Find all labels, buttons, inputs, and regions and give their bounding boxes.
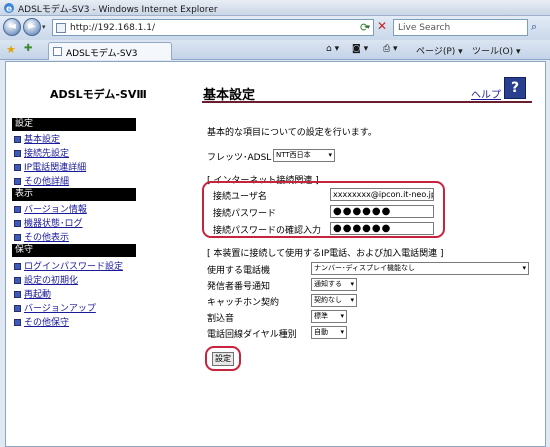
nav-item-other-details[interactable]: その他詳細: [14, 174, 69, 187]
search-placeholder: Live Search: [398, 23, 451, 33]
page-icon: [56, 23, 66, 33]
dropdown-arrow-icon: ▾: [522, 264, 526, 272]
flets-label: フレッツ･ADSL: [207, 153, 272, 163]
nav-bullet-icon: [14, 206, 21, 213]
dial-type-select[interactable]: 自動 ▾: [311, 326, 347, 339]
left-navigation: ADSLモデム-SVⅢ 設定 基本設定 接続先設定 IP電話関連詳細 その他詳細…: [6, 62, 191, 446]
main-content: 基本設定 ヘルプ ? 基本的な項目についての設定を行います。 フレッツ･ADSL…: [199, 62, 545, 446]
ip-phone-group-header: [ 本装置に接続して使用するIP電話、および加入電話関連 ]: [207, 249, 444, 259]
ring-tone-select[interactable]: 標準 ▾: [311, 310, 347, 323]
nav-item-login-password[interactable]: ログインパスワード設定: [14, 259, 123, 272]
print-icon[interactable]: ⎙ ▾: [383, 44, 398, 54]
search-input[interactable]: Live Search: [393, 19, 528, 36]
nav-item-other-display[interactable]: その他表示: [14, 230, 69, 243]
back-arrow-icon: ◄: [8, 21, 16, 32]
page-menu[interactable]: ページ(P) ▾: [416, 44, 463, 57]
history-dropdown-icon[interactable]: ▾: [42, 23, 46, 31]
forward-button[interactable]: ►: [23, 18, 41, 36]
forward-arrow-icon: ►: [28, 21, 36, 32]
nav-item-connection-settings[interactable]: 接続先設定: [14, 146, 69, 159]
nav-item-device-status-log[interactable]: 機器状態･ログ: [14, 216, 83, 229]
nav-bullet-icon: [14, 150, 21, 157]
nav-bullet-icon: [14, 305, 21, 312]
nav-section-display: 表示: [12, 188, 136, 201]
nav-section-settings: 設定: [12, 118, 136, 131]
refresh-icon[interactable]: ⟳: [360, 21, 369, 34]
address-toolbar: ◄ ► ▾ http://192.168.1.1/ ▾ ⟳ ✕ Live Sea…: [0, 16, 550, 40]
ring-tone-select-value: 標準: [314, 312, 328, 320]
highlight-oval-credentials: [202, 181, 445, 238]
tab-label: ADSLモデム-SV3: [66, 49, 138, 59]
page-viewport: ADSLモデム-SVⅢ 設定 基本設定 接続先設定 IP電話関連詳細 その他詳細…: [5, 61, 546, 447]
highlight-oval-submit: [205, 346, 241, 371]
dial-type-label: 電話回線ダイヤル種別: [207, 330, 297, 340]
feeds-icon[interactable]: ◙ ▾: [352, 44, 368, 54]
home-icon[interactable]: ⌂ ▾: [326, 44, 339, 54]
nav-item-ip-phone-details[interactable]: IP電話関連詳細: [14, 160, 86, 173]
help-link[interactable]: ヘルプ: [471, 86, 501, 101]
window-title: ADSLモデム-SV3 - Windows Internet Explorer: [18, 5, 218, 15]
nav-bullet-icon: [14, 234, 21, 241]
nav-bullet-icon: [14, 277, 21, 284]
catchphone-select-value: 契約なし: [314, 296, 342, 304]
nav-bullet-icon: [14, 178, 21, 185]
back-button[interactable]: ◄: [3, 18, 21, 36]
title-divider: [202, 101, 532, 103]
nav-bullet-icon: [14, 136, 21, 143]
window-titlebar: e ADSLモデム-SV3 - Windows Internet Explore…: [0, 0, 550, 16]
caller-id-select-value: 通知する: [314, 280, 342, 288]
phone-select[interactable]: ナンバー･ディスプレイ機能なし ▾: [311, 262, 529, 275]
dropdown-arrow-icon: ▾: [350, 280, 354, 288]
nav-item-version-up[interactable]: バージョンアップ: [14, 301, 96, 314]
help-question-icon[interactable]: ?: [504, 77, 526, 99]
nav-bullet-icon: [14, 220, 21, 227]
nav-bullet-icon: [14, 319, 21, 326]
dropdown-arrow-icon: ▾: [350, 296, 354, 304]
brand-title: ADSLモデム-SVⅢ: [50, 88, 147, 101]
ie-logo-icon: e: [4, 3, 14, 15]
dropdown-arrow-icon: ▾: [340, 328, 344, 336]
phone-select-value: ナンバー･ディスプレイ機能なし: [314, 264, 416, 272]
caller-id-label: 発信者番号通知: [207, 282, 271, 292]
url-text: http://192.168.1.1/: [70, 23, 155, 33]
stop-icon[interactable]: ✕: [377, 19, 387, 33]
dial-type-select-value: 自動: [314, 328, 328, 336]
caller-id-select[interactable]: 通知する ▾: [311, 278, 357, 291]
intro-text: 基本的な項目についての設定を行います。: [207, 128, 377, 138]
nav-section-maintenance: 保守: [12, 244, 136, 257]
nav-item-version-info[interactable]: バージョン情報: [14, 202, 87, 215]
tools-menu[interactable]: ツール(O) ▾: [472, 44, 521, 57]
catchphone-select[interactable]: 契約なし ▾: [311, 294, 357, 307]
dropdown-arrow-icon: ▾: [328, 151, 332, 159]
tab-toolbar: ★ ✚ ADSLモデム-SV3 ⌂ ▾ ◙ ▾ ⎙ ▾ ページ(P) ▾ ツール…: [0, 40, 550, 60]
nav-bullet-icon: [14, 164, 21, 171]
nav-bullet-icon: [14, 263, 21, 270]
flets-select-value: NTT西日本: [276, 151, 311, 159]
tab-current[interactable]: ADSLモデム-SV3: [48, 42, 172, 60]
nav-item-other-maintenance[interactable]: その他保守: [14, 315, 69, 328]
nav-item-reboot[interactable]: 再起動: [14, 287, 51, 300]
nav-item-factory-reset[interactable]: 設定の初期化: [14, 273, 78, 286]
tab-page-icon: [53, 47, 62, 56]
nav-item-basic-settings[interactable]: 基本設定: [14, 132, 60, 145]
svg-text:e: e: [6, 5, 12, 15]
search-icon[interactable]: ⌕: [531, 20, 537, 34]
add-favorites-icon[interactable]: ✚: [24, 43, 32, 54]
phone-label: 使用する電話機: [207, 266, 271, 276]
address-field[interactable]: http://192.168.1.1/ ▾: [52, 19, 374, 36]
catchphone-label: キャッチホン契約: [207, 298, 280, 308]
favorites-star-icon[interactable]: ★: [6, 43, 16, 56]
dropdown-arrow-icon: ▾: [340, 312, 344, 320]
ring-tone-label: 割込音: [207, 314, 235, 324]
flets-select[interactable]: NTT西日本 ▾: [273, 149, 335, 162]
nav-bullet-icon: [14, 291, 21, 298]
